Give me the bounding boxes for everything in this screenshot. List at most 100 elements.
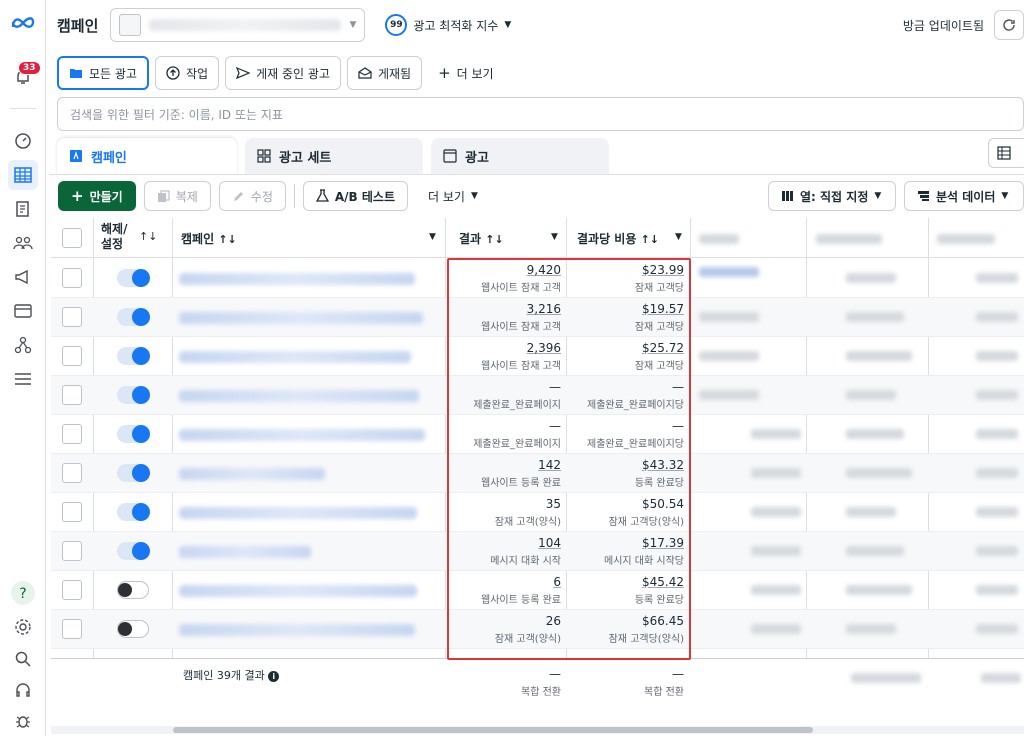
filter-more[interactable]: + 더 보기 [428,56,504,90]
cost-value[interactable]: — [570,419,684,433]
edit-button[interactable]: 수정 [218,181,286,211]
header-campaign[interactable]: 캠페인 ↑↓ [181,230,237,247]
dashboard-gauge-icon[interactable] [8,126,38,156]
row-checkbox[interactable] [62,463,82,483]
cost-value[interactable]: $66.45 [570,614,684,628]
filter-all-ads[interactable]: 모든 광고 [57,56,149,90]
support-headset-icon[interactable] [8,676,38,706]
tab-ads[interactable]: 광고 [431,138,609,174]
result-value[interactable]: 6 [449,575,561,589]
campaign-toggle[interactable] [117,581,149,599]
breakdown-button[interactable]: 분석 데이터 ▼ [904,181,1024,211]
campaign-name-redacted[interactable] [179,468,325,480]
result-value[interactable]: 9,420 [449,263,561,277]
meta-logo-icon[interactable] [8,8,38,38]
help-question-icon[interactable]: ? [8,578,38,608]
chevron-down-icon[interactable]: ▼ [551,232,558,242]
bug-report-icon[interactable] [8,706,38,736]
campaign-toggle[interactable] [117,386,150,404]
more-actions-button[interactable]: 더 보기 ▼ [416,181,490,211]
columns-button[interactable]: 열: 직접 지정 ▼ [768,181,896,211]
select-all-checkbox[interactable] [62,228,82,248]
campaign-name-redacted[interactable] [179,429,425,441]
search-input[interactable]: 검색을 위한 필터 기준: 이름, ID 또는 지표 [57,97,1024,131]
chevron-down-icon[interactable]: ▼ [675,232,682,242]
campaign-name-redacted[interactable] [179,390,419,402]
row-checkbox[interactable] [62,346,82,366]
campaign-toggle[interactable] [117,503,150,521]
result-value[interactable]: — [449,380,561,394]
ab-test-button[interactable]: A/B 테스트 [302,181,409,211]
sort-arrows-icon[interactable]: ↑↓ [139,230,157,243]
horizontal-scrollbar[interactable] [51,726,1024,734]
campaign-name-redacted[interactable] [179,585,417,597]
cost-value[interactable]: — [570,380,684,394]
table-row[interactable]: 3,216 웹사이트 잠재 고객 $19.57 잠재 고객당 [51,298,1024,337]
view-options-button[interactable] [988,138,1024,168]
result-value[interactable]: 26 [449,614,561,628]
header-results[interactable]: 결과 ↑↓ [459,230,504,247]
filter-delivered[interactable]: 게재됨 [346,56,423,90]
audiences-people-icon[interactable] [8,228,38,258]
table-row[interactable]: 142 웹사이트 등록 완료 $43.32 등록 완료당 [51,454,1024,493]
cost-value[interactable]: $50.54 [570,497,684,511]
campaign-toggle[interactable] [117,464,150,482]
campaign-name-redacted[interactable] [179,273,415,285]
tab-campaigns[interactable]: 캠페인 [57,138,237,174]
cost-value[interactable]: $17.39 [570,536,684,550]
cost-value[interactable]: $19.57 [570,302,684,316]
pages-document-icon[interactable] [8,194,38,224]
row-checkbox[interactable] [62,424,82,444]
campaign-toggle[interactable] [117,620,149,638]
business-network-icon[interactable] [8,330,38,360]
result-value[interactable]: — [449,419,561,433]
search-icon[interactable] [8,644,38,674]
table-row[interactable]: 26 잠재 고객(양식) $66.45 잠재 고객당(양식) [51,610,1024,649]
table-row[interactable]: — 제출완료_완료페이지 — 제출완료_완료페이지당 [51,415,1024,454]
campaign-toggle[interactable] [117,425,150,443]
row-checkbox[interactable] [62,619,82,639]
settings-gear-icon[interactable] [8,612,38,642]
result-value[interactable]: 142 [449,458,561,472]
campaign-name-redacted[interactable] [179,312,423,324]
row-checkbox[interactable] [62,268,82,288]
campaign-toggle[interactable] [117,347,150,365]
result-value[interactable]: 2,396 [449,341,561,355]
tab-adsets[interactable]: 광고 세트 [245,138,423,174]
result-value[interactable]: 3,216 [449,302,561,316]
ad-account-selector[interactable]: ▼ [110,8,366,42]
result-value[interactable]: 104 [449,536,561,550]
row-checkbox[interactable] [62,580,82,600]
table-row[interactable]: 9,420 웹사이트 잠재 고객 $23.99 잠재 고객당 [51,259,1024,298]
campaign-name-redacted[interactable] [179,507,417,519]
cost-value[interactable]: $43.32 [570,458,684,472]
row-checkbox[interactable] [62,307,82,327]
cost-value[interactable]: $45.42 [570,575,684,589]
result-value[interactable]: 35 [449,497,561,511]
scrollbar-thumb[interactable] [173,727,813,733]
table-row[interactable]: 2,396 웹사이트 잠재 고객 $25.72 잠재 고객당 [51,337,1024,376]
campaign-name-redacted[interactable] [179,351,411,363]
header-cost-per-result[interactable]: 결과당 비용 ↑↓ [577,230,659,247]
megaphone-icon[interactable] [8,262,38,292]
duplicate-button[interactable]: 복제 [143,181,211,211]
table-row[interactable]: 104 메시지 대화 시작 $17.39 메시지 대화 시작당 [51,532,1024,571]
campaign-toggle[interactable] [117,308,150,326]
table-row[interactable]: 35 잠재 고객(양식) $50.54 잠재 고객당(양식) [51,493,1024,532]
filter-active-ads[interactable]: 게재 중인 광고 [225,56,341,90]
row-checkbox[interactable] [62,385,82,405]
row-checkbox[interactable] [62,502,82,522]
chevron-down-icon[interactable]: ▼ [429,232,436,242]
campaign-name-redacted[interactable] [179,624,415,636]
campaign-toggle[interactable] [117,269,150,287]
campaign-name-redacted[interactable] [179,546,311,558]
cost-value[interactable]: $23.99 [570,263,684,277]
refresh-button[interactable] [994,10,1024,40]
billing-card-icon[interactable] [8,296,38,326]
filter-drafts[interactable]: 작업 [154,56,220,90]
opportunity-score[interactable]: 99 광고 최적화 지수 ▼ [385,14,511,36]
create-button[interactable]: + 만들기 [58,181,136,211]
row-checkbox[interactable] [62,541,82,561]
table-row[interactable]: — 제출완료_완료페이지 — 제출완료_완료페이지당 [51,376,1024,415]
menu-hamburger-icon[interactable] [8,364,38,394]
